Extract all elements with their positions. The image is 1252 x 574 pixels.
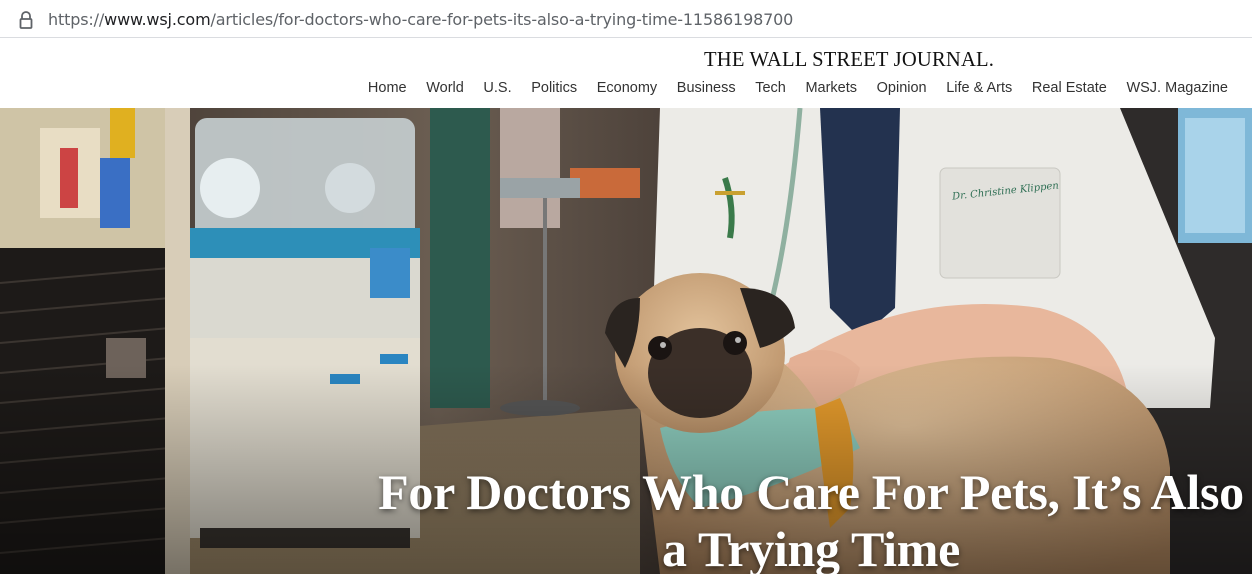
nav-world[interactable]: World — [426, 79, 464, 97]
site-header: THE WALL STREET JOURNAL. Home World U.S.… — [0, 38, 1252, 108]
nav-economy[interactable]: Economy — [597, 79, 657, 97]
nav-tech[interactable]: Tech — [755, 79, 786, 97]
nav-us[interactable]: U.S. — [483, 79, 511, 97]
nav-wsj-magazine[interactable]: WSJ. Magazine — [1126, 79, 1228, 97]
lock-icon[interactable] — [17, 10, 35, 30]
url-path: /articles/for-doctors-who-care-for-pets-… — [210, 10, 794, 29]
nav-business[interactable]: Business — [677, 79, 736, 97]
article-headline: For Doctors Who Care For Pets, It’s Also… — [378, 464, 1244, 574]
main-nav: Home World U.S. Politics Economy Busines… — [348, 79, 1228, 97]
nav-life-arts[interactable]: Life & Arts — [946, 79, 1012, 97]
nav-real-estate[interactable]: Real Estate — [1032, 79, 1107, 97]
url-text[interactable]: https://www.wsj.com/articles/for-doctors… — [48, 10, 793, 30]
url-prefix: https:// — [48, 10, 105, 29]
hero-image: Dr. Christine Klippen For Doctors Who Ca… — [0, 108, 1252, 574]
nav-markets[interactable]: Markets — [805, 79, 857, 97]
nav-opinion[interactable]: Opinion — [877, 79, 927, 97]
url-domain: www.wsj.com — [104, 10, 211, 29]
browser-address-bar[interactable]: https://www.wsj.com/articles/for-doctors… — [0, 0, 1252, 38]
wsj-logo[interactable]: THE WALL STREET JOURNAL. — [704, 47, 994, 71]
nav-home[interactable]: Home — [368, 79, 407, 97]
nav-politics[interactable]: Politics — [531, 79, 577, 97]
